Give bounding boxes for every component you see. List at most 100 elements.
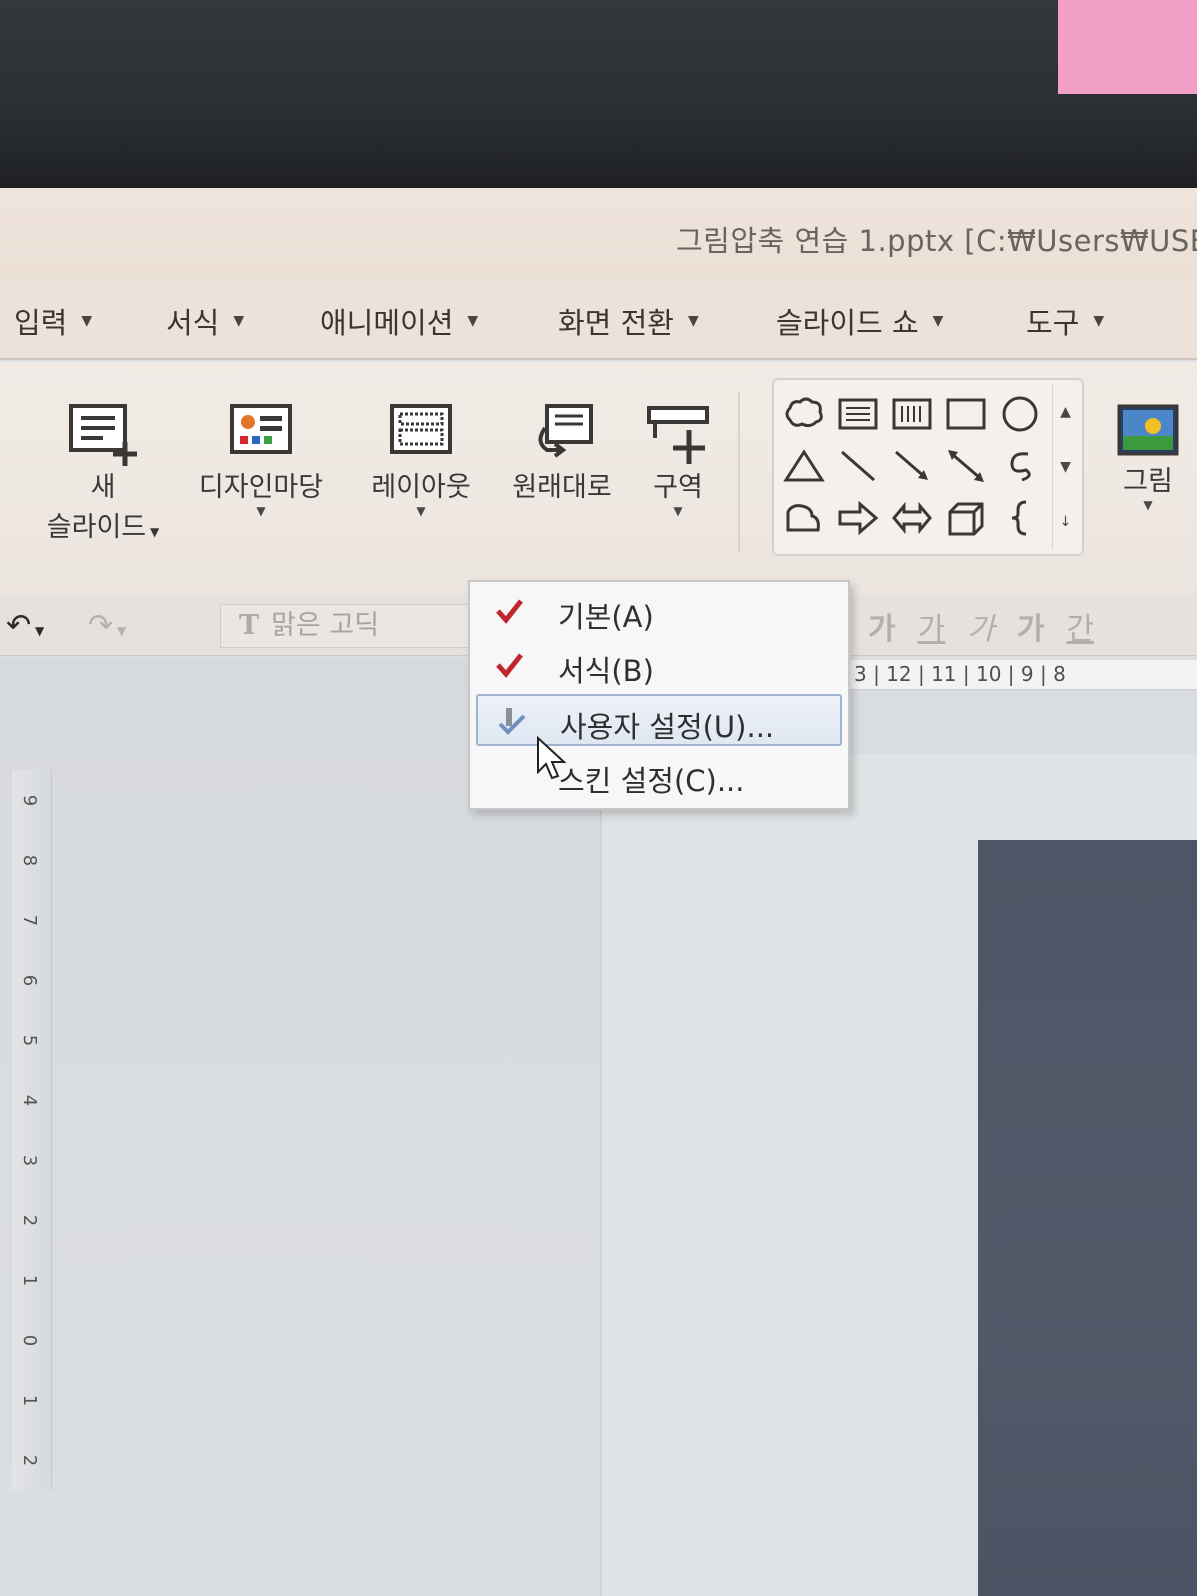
scroll-down-icon[interactable]: ▼ xyxy=(1060,459,1071,475)
reset-label: 원래대로 xyxy=(512,472,612,503)
menu-insert[interactable]: 입력 ▼ xyxy=(14,300,92,342)
chevron-down-icon: ▼ xyxy=(932,313,944,329)
ruler-tick-label: 8 xyxy=(19,854,41,867)
double-arrow-shape-icon[interactable] xyxy=(944,446,988,486)
chevron-down-icon: ▼ xyxy=(233,313,245,329)
ellipse-shape-icon[interactable] xyxy=(998,394,1042,434)
design-button[interactable]: 디자인마당 ▼ xyxy=(186,402,336,518)
picture-icon xyxy=(1117,404,1179,456)
ruler-tick-label: 1 xyxy=(19,1274,41,1287)
triangle-shape-icon[interactable] xyxy=(782,446,826,486)
window-title: 그림압축 연습 1.pptx [C:₩Users₩USE xyxy=(676,224,1197,258)
settings-icon xyxy=(498,708,526,735)
menu-item-label: 스킨 설정(C)... xyxy=(558,764,745,798)
menu-item-basic[interactable]: 기본(A) xyxy=(476,586,842,638)
bold-button[interactable]: 가 xyxy=(868,604,896,648)
checkmark-icon xyxy=(496,599,523,624)
chevron-down-icon: ▼ xyxy=(146,525,160,539)
scroll-up-icon[interactable]: ▲ xyxy=(1060,404,1071,420)
ribbon-divider xyxy=(738,392,740,552)
reset-button[interactable]: 원래대로 xyxy=(500,402,624,508)
underline-button[interactable]: 간 xyxy=(1066,604,1094,648)
ruler-gap xyxy=(846,690,1197,754)
chevron-down-icon: ▼ xyxy=(1143,498,1153,512)
left-right-arrow-shape-icon[interactable] xyxy=(890,498,934,538)
italic-button[interactable]: 가 xyxy=(967,604,995,648)
brace-shape-icon[interactable] xyxy=(998,498,1042,538)
menu-transition[interactable]: 화면 전환 ▼ xyxy=(558,300,699,342)
vertical-textbox-shape-icon[interactable] xyxy=(890,394,934,434)
menu-label: 도구 xyxy=(1026,306,1080,340)
section-label: 구역 xyxy=(653,472,703,503)
ruler-tick-label: 0 xyxy=(19,1334,41,1347)
section-button[interactable]: 구역 ▼ xyxy=(636,402,720,518)
slide-canvas[interactable] xyxy=(978,840,1197,1596)
ruler-tick-label: 7 xyxy=(19,914,41,927)
menu-item-format[interactable]: 서식(B) xyxy=(476,640,842,692)
textbox-shape-icon[interactable] xyxy=(836,394,880,434)
ruler-tick-label: 3 xyxy=(19,1154,41,1167)
shapes-row xyxy=(782,492,1050,544)
menu-item-label: 기본(A) xyxy=(558,600,654,634)
layout-button[interactable]: 레이아웃 ▼ xyxy=(356,402,486,518)
monitor-bezel xyxy=(0,0,1197,190)
font-name-value: 맑은 고딕 xyxy=(271,610,380,641)
menu-animation[interactable]: 애니메이션 ▼ xyxy=(320,300,478,342)
ruler-tick-label: 1 xyxy=(19,1394,41,1407)
pane-splitter[interactable] xyxy=(600,808,602,1596)
mouse-cursor-icon xyxy=(537,736,567,780)
shapes-row xyxy=(782,440,1050,492)
menu-item-label: 사용자 설정(U)... xyxy=(560,710,775,744)
toolbar-dropdown-menu: 기본(A) 서식(B) 사용자 설정(U)... 스킨 설정(C)... xyxy=(468,580,850,810)
design-icon xyxy=(230,404,292,454)
title-bar: 그림압축 연습 1.pptx [C:₩Users₩USE xyxy=(0,188,1197,278)
picture-button[interactable]: 그림 ▼ xyxy=(1106,402,1190,512)
arrow-line-shape-icon[interactable] xyxy=(890,446,934,486)
right-arrow-shape-icon[interactable] xyxy=(836,498,880,538)
menu-slideshow[interactable]: 슬라이드 쇼 ▼ xyxy=(776,300,943,342)
ruler-tick-label: 2 xyxy=(19,1454,41,1467)
shapes-grid xyxy=(782,388,1050,544)
underline-style-button[interactable]: 가 xyxy=(918,604,946,648)
strikethrough-button[interactable]: 가 xyxy=(1017,604,1045,648)
font-name-field[interactable]: T 맑은 고딕 xyxy=(220,604,470,648)
rectangle-shape-icon[interactable] xyxy=(944,394,988,434)
ruler-tick-label: 6 xyxy=(19,974,41,987)
menu-tools[interactable]: 도구 ▼ xyxy=(1026,300,1104,342)
chevron-down-icon: ▼ xyxy=(673,504,683,518)
menu-format[interactable]: 서식 ▼ xyxy=(166,300,244,342)
cube-shape-icon[interactable] xyxy=(944,498,988,538)
reset-icon xyxy=(538,404,593,458)
shapes-scrollbar[interactable]: ▲ ▼ ↓ xyxy=(1052,384,1078,550)
menu-bar: 입력 ▼ 서식 ▼ 애니메이션 ▼ 화면 전환 ▼ 슬라이드 쇼 ▼ 도구 ▼ xyxy=(0,278,1197,360)
layout-label: 레이아웃 xyxy=(371,472,471,503)
redo-icon[interactable]: ↷ ▼ xyxy=(88,608,126,643)
shapes-gallery: ▲ ▼ ↓ xyxy=(772,378,1084,556)
menu-item-custom-settings[interactable]: 사용자 설정(U)... xyxy=(476,694,842,746)
app-window: 그림압축 연습 1.pptx [C:₩Users₩USE 입력 ▼ 서식 ▼ 애… xyxy=(0,188,1197,1596)
line-shape-icon[interactable] xyxy=(836,446,880,486)
freeform-shape-icon[interactable] xyxy=(782,498,826,538)
picture-label: 그림 xyxy=(1123,466,1173,497)
ruler-tick-label: 9 xyxy=(19,794,41,807)
menu-item-skin-settings[interactable]: 스킨 설정(C)... xyxy=(476,750,842,802)
curve-shape-icon[interactable] xyxy=(998,446,1042,486)
sticky-note xyxy=(1058,0,1197,94)
menu-item-label: 서식(B) xyxy=(558,654,654,688)
new-slide-label-2: 슬라이드 ▼ xyxy=(28,508,178,552)
cloud-shape-icon[interactable] xyxy=(782,394,826,434)
font-style-buttons: 가 가 가 가 간 xyxy=(868,604,1094,648)
menu-label: 입력 xyxy=(14,306,68,340)
menu-label: 서식 xyxy=(166,306,220,340)
new-slide-label-text: 슬라이드 xyxy=(46,512,147,543)
ruler-tick-label: 5 xyxy=(19,1034,41,1047)
shapes-row xyxy=(782,388,1050,440)
chevron-down-icon: ▼ xyxy=(467,313,479,329)
menu-label: 화면 전환 xyxy=(558,306,674,340)
undo-icon[interactable]: ↶ ▼ xyxy=(6,608,44,643)
ribbon: 새 슬라이드 ▼ 디자인마당 ▼ 레이아웃 ▼ 원래대로 구역 ▼ ▲ ▼ ↓ … xyxy=(0,362,1197,594)
font-type-icon: T xyxy=(239,610,260,641)
new-slide-button[interactable]: 새 슬라이드 ▼ xyxy=(28,402,178,552)
ruler-tick-label: 2 xyxy=(19,1214,41,1227)
expand-gallery-icon[interactable]: ↓ xyxy=(1060,514,1072,530)
